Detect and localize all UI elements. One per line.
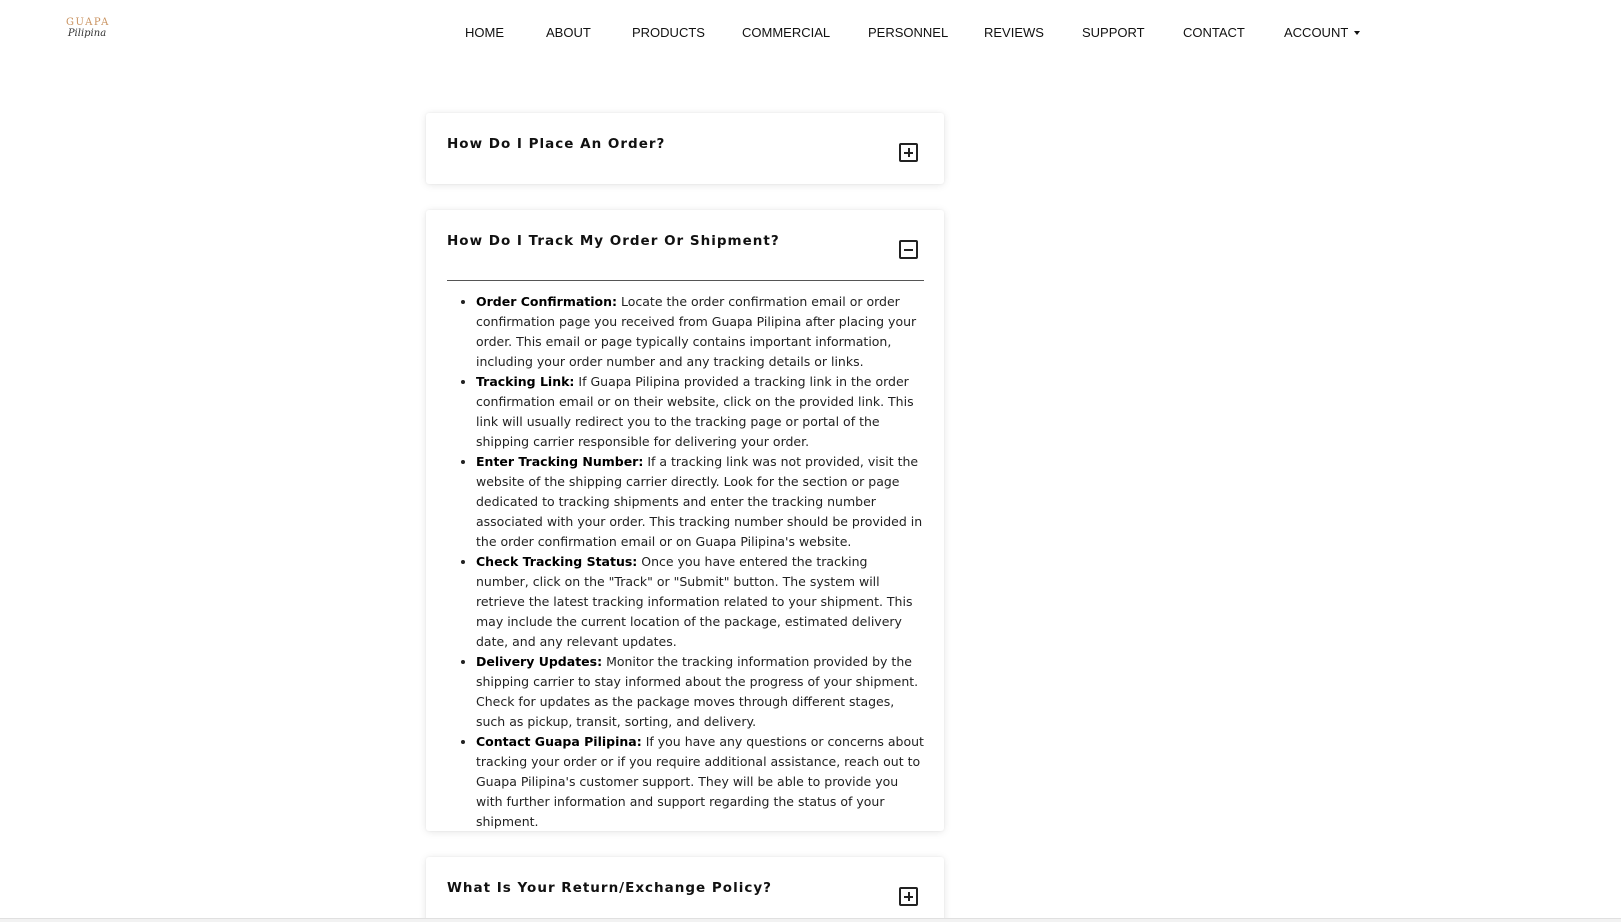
plus-square-icon[interactable] [899,887,918,906]
nav-account-dropdown[interactable]: ACCOUNT [1284,24,1361,42]
caret-down-icon [1354,31,1361,35]
nav-commercial[interactable]: COMMERCIAL [742,24,830,42]
nav-contact[interactable]: CONTACT [1183,24,1245,42]
faq-item[interactable]: How Do I Place An Order? [426,113,944,184]
nav-account-label: ACCOUNT [1284,25,1349,40]
list-item: Contact Guapa Pilipina: If you have any … [476,732,924,832]
faq-question[interactable]: How Do I Track My Order Or Shipment? [447,233,780,249]
faq-answer-list: Order Confirmation: Locate the order con… [476,292,924,832]
list-item-title: Contact Guapa Pilipina: [476,734,642,749]
list-item: Check Tracking Status: Once you have ent… [476,552,924,652]
horizontal-scrollbar[interactable] [0,918,1621,922]
faq-divider [447,280,924,281]
nav-support[interactable]: SUPPORT [1082,24,1145,42]
nav-home[interactable]: HOME [465,24,504,42]
list-item: Order Confirmation: Locate the order con… [476,292,924,372]
list-item-title: Delivery Updates: [476,654,603,669]
site-header: GUAPA Pilipina HOME ABOUT PRODUCTS COMME… [0,0,1621,66]
brand-logo[interactable]: GUAPA Pilipina [66,18,108,48]
list-item-title: Check Tracking Status: [476,554,638,569]
nav-products[interactable]: PRODUCTS [632,24,705,42]
minus-square-icon[interactable] [899,240,918,259]
list-item: Enter Tracking Number: If a tracking lin… [476,452,924,552]
faq-item[interactable]: What Is Your Return/Exchange Policy? [426,857,944,922]
nav-about[interactable]: ABOUT [546,24,591,42]
list-item: Delivery Updates: Monitor the tracking i… [476,652,924,732]
list-item-title: Tracking Link: [476,374,575,389]
logo-script: Pilipina [67,28,107,39]
faq-question[interactable]: How Do I Place An Order? [447,136,665,152]
plus-square-icon[interactable] [899,143,918,162]
list-item-title: Enter Tracking Number: [476,454,644,469]
nav-personnel[interactable]: PERSONNEL [868,24,948,42]
faq-question[interactable]: What Is Your Return/Exchange Policy? [447,880,772,896]
list-item-title: Order Confirmation: [476,294,618,309]
list-item: Tracking Link: If Guapa Pilipina provide… [476,372,924,452]
nav-reviews[interactable]: REVIEWS [984,24,1044,42]
faq-item-expanded: How Do I Track My Order Or Shipment? Ord… [426,210,944,831]
